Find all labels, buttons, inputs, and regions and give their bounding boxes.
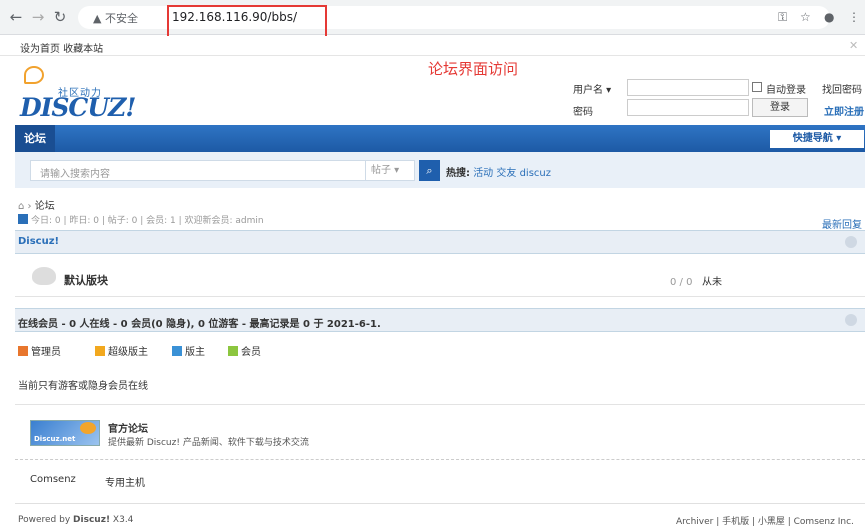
member-icon [228, 346, 238, 356]
legend-label: 超级版主 [108, 347, 148, 358]
auto-login-checkbox[interactable] [752, 82, 762, 92]
forum-stats: 今日: 0 | 昨日: 0 | 帖子: 0 | 会员: 1 | 欢迎新会员: a… [18, 213, 264, 226]
annotation-text: 论坛界面访问 [428, 60, 519, 78]
stats-text: 今日: 0 | 昨日: 0 | 帖子: 0 | 会员: 1 | 欢迎新会员: a… [31, 216, 264, 226]
forum-counts: 0 / 0 从未 [670, 273, 722, 288]
key-icon[interactable]: ⚿ [778, 10, 787, 25]
home-icon[interactable]: ⌂ [18, 201, 24, 212]
forum-icon [32, 267, 56, 285]
powered-label: Powered by [18, 515, 71, 525]
version: X3.4 [112, 515, 134, 525]
logo-bubble-icon [80, 422, 96, 434]
logo-bubble-icon [24, 66, 44, 84]
login-button[interactable]: 登录 [752, 98, 808, 117]
back-icon[interactable]: ← [8, 9, 24, 25]
legend-supermod: 超级版主 [95, 343, 148, 358]
main-nav [15, 125, 865, 152]
mod-icon [172, 346, 182, 356]
hot-search: 热搜: 活动 交友 discuz [446, 164, 551, 179]
admin-icon [18, 346, 28, 356]
hot-search-label: 热搜: [446, 168, 470, 179]
text-link[interactable]: Comsenz [30, 474, 76, 485]
legend-admin: 管理员 [18, 343, 61, 358]
friend-link-desc: 提供最新 Discuz! 产品新闻、软件下载与技术交流 [108, 438, 309, 448]
divider [15, 459, 865, 460]
password-input[interactable] [627, 99, 749, 116]
forum-count-text: 0 / 0 [670, 277, 693, 288]
quick-nav-button[interactable]: 快捷导航 ▾ [770, 130, 864, 148]
breadcrumb-forum[interactable]: 论坛 [35, 201, 55, 212]
forum-name[interactable]: 默认版块 [64, 272, 108, 288]
hot-item[interactable]: 交友 [496, 168, 516, 179]
logo[interactable]: DISCUZ! [20, 93, 136, 122]
category-header [15, 230, 865, 254]
powered-by: Powered by Discuz! X3.4 [18, 515, 133, 525]
legend-label: 版主 [185, 347, 205, 358]
auto-login-label: 自动登录 [766, 85, 806, 96]
star-icon[interactable]: ☆ [800, 10, 811, 24]
footer-links[interactable]: Archiver | 手机版 | 小黑屋 | Comsenz Inc. [676, 514, 854, 527]
logo-text: Discuz.net [34, 435, 76, 443]
breadcrumb: ⌂ › 论坛 [18, 201, 55, 212]
stats-icon [18, 214, 28, 224]
security-indicator[interactable]: ▲ 不安全 [93, 10, 138, 26]
password-label: 密码 [573, 107, 593, 118]
search-icon[interactable]: ⌕ [419, 160, 440, 181]
register-link[interactable]: 立即注册 [824, 103, 864, 118]
search-placeholder: 请输入搜索内容 [40, 169, 110, 180]
collapse-icon[interactable] [845, 314, 857, 326]
friend-link-title[interactable]: 官方论坛 [108, 420, 148, 435]
divider [15, 404, 865, 405]
menu-icon[interactable]: ⋮ [848, 10, 860, 24]
profile-icon[interactable]: ● [824, 10, 834, 24]
username-label: 用户名 ▾ [573, 85, 612, 96]
online-empty-text: 当前只有游客或隐身会员在线 [18, 381, 148, 392]
powered-brand[interactable]: Discuz! [73, 515, 110, 525]
text-link[interactable]: 专用主机 [105, 474, 145, 489]
supermod-icon [95, 346, 105, 356]
divider [15, 296, 865, 297]
forum-last-post: 从未 [702, 277, 722, 288]
security-label: 不安全 [104, 12, 138, 25]
online-title[interactable]: 在线会员 - 0 人在线 - 0 会员(0 隐身), 0 位游客 - 最高记录是… [18, 315, 381, 330]
forward-icon[interactable]: → [30, 9, 46, 25]
tab-forum[interactable]: 论坛 [15, 125, 55, 152]
category-title[interactable]: Discuz! [18, 236, 59, 247]
legend-member: 会员 [228, 343, 261, 358]
footer-divider [15, 503, 865, 504]
hot-item[interactable]: discuz [520, 168, 551, 179]
latest-reply-link[interactable]: 最新回复 [822, 216, 862, 231]
legend-mod: 版主 [172, 343, 205, 358]
reload-icon[interactable]: ↻ [52, 9, 68, 25]
forgot-password-link[interactable]: 找回密码 [822, 81, 862, 96]
legend-label: 管理员 [31, 347, 61, 358]
close-icon[interactable]: ✕ [849, 39, 858, 52]
bookmark-links[interactable]: 设为首页 收藏本站 [20, 40, 103, 55]
username-input[interactable] [627, 79, 749, 96]
bookmark-bar [0, 36, 865, 56]
search-type-select[interactable]: 帖子 ▾ [366, 160, 415, 181]
hot-item[interactable]: 活动 [473, 168, 493, 179]
collapse-icon[interactable] [845, 236, 857, 248]
legend-label: 会员 [241, 347, 261, 358]
